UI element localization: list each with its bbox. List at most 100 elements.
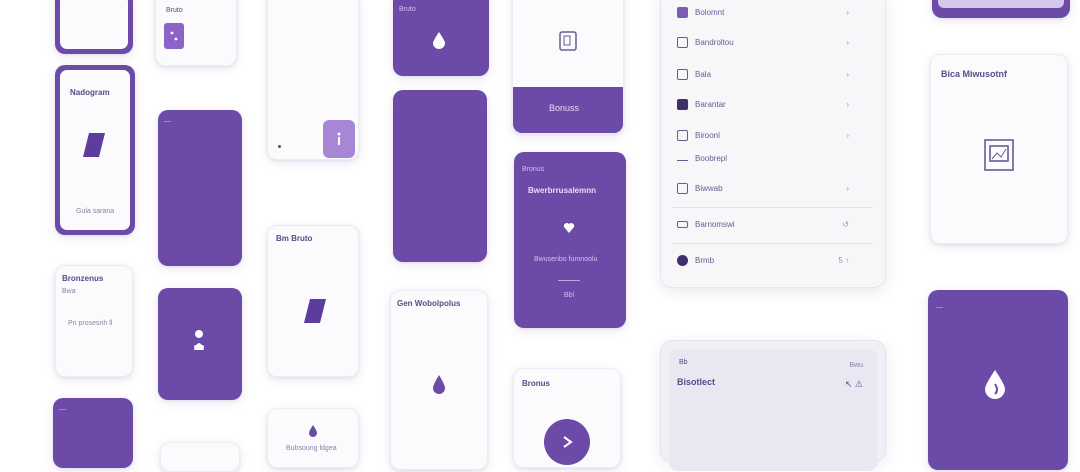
card-label: Bruto: [399, 6, 416, 13]
row-actions: 5 ↑: [838, 255, 849, 265]
card-title: Gen Wobolpolus: [397, 299, 461, 308]
detail-panel: Bb Bwu Bisotlect ↖ ⚠: [660, 340, 886, 471]
refresh-icon: ↺: [842, 219, 849, 229]
detail-panel-inner: Bb Bwu Bisotlect ↖ ⚠: [669, 349, 877, 471]
chevron-right-icon: ›: [846, 99, 849, 109]
card-bronzenus[interactable]: Bronzenus Bwa Pn prosesnh ll: [55, 265, 133, 377]
settings-row[interactable]: Brmb 5 ↑: [677, 251, 869, 269]
card-line: Bwusenbo fumnoolu: [534, 256, 598, 263]
card-purple-bordered-nadogram[interactable]: Nadogram Gula sarana: [55, 65, 135, 235]
card-white-bottom-col3[interactable]: Bubsoung ldgea: [267, 408, 359, 468]
card-purple-bordered-top[interactable]: [55, 0, 133, 54]
settings-label: Bolomnt: [695, 7, 725, 17]
card-title: Bronus: [522, 166, 545, 173]
card-gen-wobolpolus[interactable]: Gen Wobolpolus: [390, 290, 488, 470]
card-title: Nadogram: [70, 88, 110, 97]
chevron-right-icon: ›: [846, 7, 849, 17]
settings-row[interactable]: Biwwab ›: [677, 179, 869, 197]
settings-row[interactable]: Bandroltou ›: [677, 33, 869, 51]
settings-label: Biroonl: [695, 130, 720, 140]
settings-row[interactable]: Bala ›: [677, 65, 869, 83]
card-split-bonuss[interactable]: Bonuss: [512, 0, 624, 134]
square-fill-icon: [677, 98, 688, 110]
drop-icon: [432, 32, 446, 50]
box-icon: [677, 129, 688, 141]
detail-right-label: Bwu: [849, 362, 863, 369]
card-purple-top-right[interactable]: [932, 0, 1070, 18]
card-title: Bronzenus: [62, 274, 104, 283]
person-icon: [192, 328, 206, 352]
card-title: Bica Miwusotnf: [941, 69, 1008, 79]
document-icon: [559, 31, 577, 51]
divider: [673, 243, 873, 244]
divider: [673, 207, 873, 208]
chevron-right-icon: ›: [846, 69, 849, 79]
dot-indicator: [278, 145, 281, 148]
card-label: —: [936, 304, 943, 311]
bonus-button-label[interactable]: Bonuss: [549, 103, 579, 113]
bottom-purple-band[interactable]: Bonuss: [513, 87, 623, 133]
card-title: Bruto: [166, 7, 183, 14]
chevron-right-icon: ›: [846, 130, 849, 140]
settings-row[interactable]: Biroonl ›: [677, 126, 869, 144]
card-small-label: Bbl: [564, 292, 575, 299]
parallelogram-icon: [303, 298, 327, 324]
settings-label: Barantar: [695, 99, 726, 109]
card-label: —: [164, 118, 171, 125]
card-heading: Bwerbrrusalemnn: [528, 186, 597, 195]
settings-row[interactable]: Boobrepl: [677, 149, 869, 167]
info-button-icon[interactable]: [323, 120, 355, 158]
card-white-info[interactable]: [267, 0, 359, 160]
detail-tag: Bb: [679, 359, 688, 366]
card-white-bottom-col2[interactable]: [160, 442, 240, 472]
card-title: Bronus: [522, 379, 550, 388]
settings-panel: Bolomnt › Bandroltou › Bala › Barantar ›…: [660, 0, 886, 288]
drop-icon: [432, 375, 446, 395]
chart-icon: [677, 68, 688, 80]
card-inner-strip: [938, 0, 1064, 8]
card-bm-bruto[interactable]: Bm Bruto: [267, 225, 359, 377]
card-purple-figure[interactable]: [158, 288, 242, 400]
heart-icon: [563, 222, 575, 233]
card-purple-tall[interactable]: —: [158, 110, 242, 266]
key-icon: [677, 220, 688, 228]
settings-label: Brmb: [695, 255, 715, 265]
card-footer: Bubsoung ldgea: [286, 445, 337, 452]
settings-label: Biwwab: [695, 183, 723, 193]
card-purple-medium[interactable]: [393, 90, 487, 262]
settings-label: Barnomswi: [695, 219, 735, 229]
settings-row[interactable]: Barnomswi ↺: [677, 215, 869, 233]
card-subtitle: Bwa: [62, 288, 76, 295]
card-bica-miwusotnf[interactable]: Bica Miwusotnf: [930, 54, 1068, 244]
doc-icon: [677, 36, 688, 48]
play-circle-icon[interactable]: [544, 419, 590, 465]
detail-actions[interactable]: ↖ ⚠: [845, 379, 863, 390]
drop-icon: [308, 425, 318, 437]
card-line: Pn prosesnh ll: [68, 320, 113, 327]
chevron-right-icon: ›: [846, 183, 849, 193]
card-purple-bronus-feature[interactable]: Bronus Bwerbrrusalemnn Bwusenbo fumnoolu…: [514, 152, 626, 328]
circle-icon: [677, 254, 688, 266]
detail-title: Bisotlect: [677, 377, 716, 387]
settings-row[interactable]: Bolomnt ›: [677, 3, 869, 21]
settings-label: Bandroltou: [695, 37, 734, 47]
card-purple-drop-right[interactable]: —: [928, 290, 1068, 470]
card-purple-bottom-left[interactable]: —: [53, 398, 133, 468]
settings-label: Bala: [695, 69, 712, 79]
chevron-right-icon: ›: [846, 37, 849, 47]
card-title: Bm Bruto: [276, 234, 313, 243]
list-icon: [677, 155, 688, 161]
grid-icon: [677, 182, 688, 194]
card-purple-drop-top[interactable]: Bruto: [393, 0, 489, 76]
divider-line: [558, 280, 580, 281]
settings-row[interactable]: Barantar ›: [677, 95, 869, 113]
settings-label: Boobrepl: [695, 153, 728, 163]
card-footer: Gula sarana: [76, 208, 115, 215]
card-label: —: [59, 406, 66, 413]
parallelogram-icon: [82, 132, 106, 158]
card-bronus-circle[interactable]: Bronus: [513, 368, 621, 468]
card-icon: [677, 6, 688, 18]
card-bruto-small[interactable]: Bruto: [155, 0, 237, 66]
app-icon: [164, 23, 184, 49]
image-frame-icon: [984, 139, 1014, 171]
